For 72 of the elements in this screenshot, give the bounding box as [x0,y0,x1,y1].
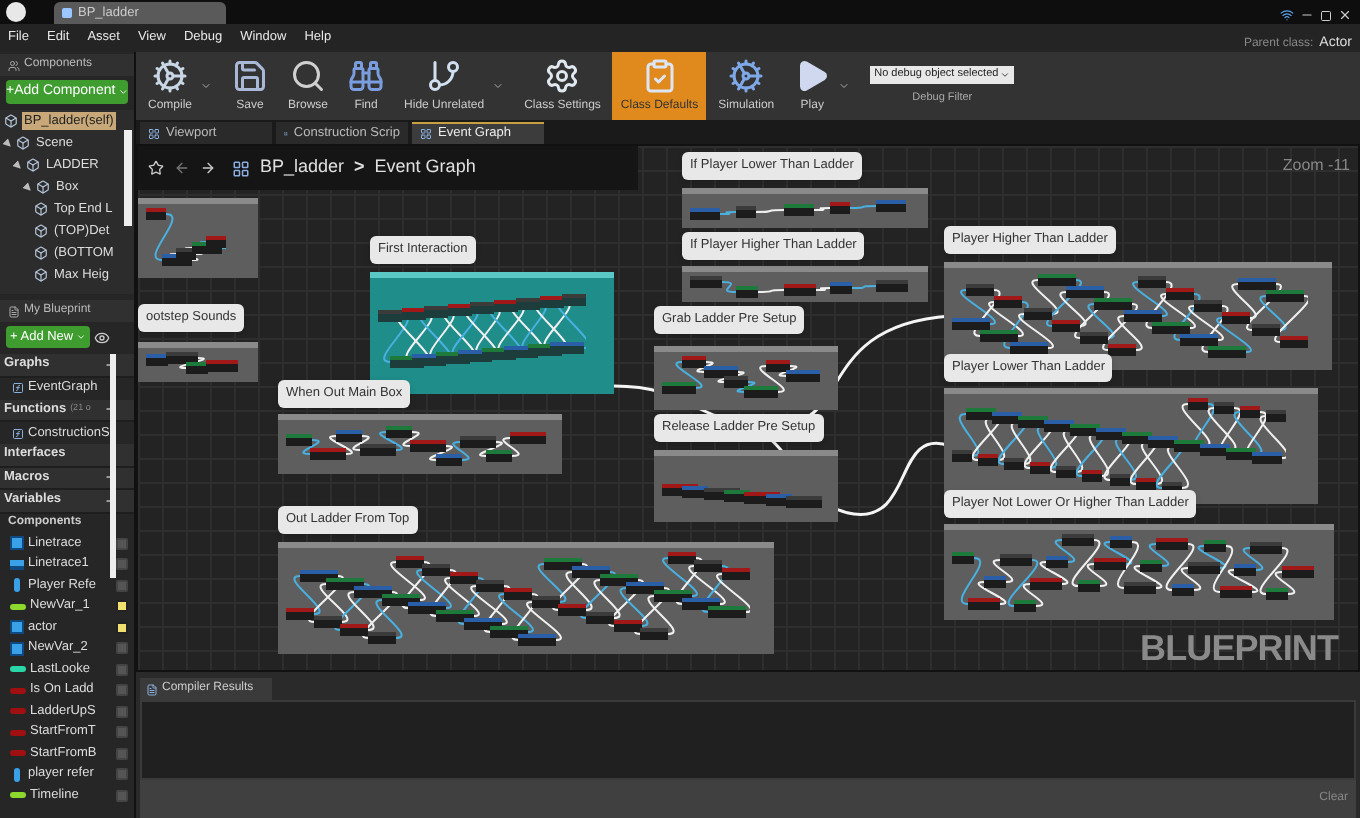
checklist-icon [641,57,678,93]
public-toggle[interactable] [116,768,128,781]
public-toggle[interactable] [116,663,128,676]
signal-icon [1280,8,1294,22]
components-icon [8,59,20,71]
zoom-level: Zoom -11 [1282,154,1350,178]
minimize-icon[interactable] [1300,8,1314,22]
forward-icon[interactable] [200,160,216,176]
component-icon [26,158,40,172]
expander-icon[interactable] [2,137,14,149]
node-network-drawing [146,352,238,374]
public-toggle[interactable] [116,558,128,571]
component-icon [34,246,48,260]
component-icon [4,114,18,128]
tab-icon [148,127,160,139]
expander-icon[interactable] [12,159,24,171]
component-icon [16,136,30,150]
branch-icon [426,57,463,93]
gear-icon [728,57,765,93]
engine-logo [6,2,26,22]
close-icon[interactable] [1338,8,1352,22]
dropdown-caret-icon[interactable] [838,80,851,92]
public-toggle[interactable] [116,747,128,760]
public-toggle[interactable] [116,600,128,613]
dropdown-caret-icon[interactable] [492,80,505,92]
graph-icon [12,427,24,439]
visibility-icon[interactable] [93,329,110,345]
blueprint-panel-icon [8,305,20,317]
breadcrumb-link[interactable]: BP_ladder [260,154,345,182]
public-toggle[interactable] [116,705,128,718]
graph-canvas[interactable] [136,144,1360,672]
blueprint-icon [62,8,72,18]
scrollbar-thumb[interactable] [110,354,116,578]
caret-icon [117,86,128,98]
caret-icon [1000,69,1011,80]
comment-box[interactable] [682,266,928,302]
component-icon [36,180,50,194]
graph-icon [232,159,250,177]
graph-icon [12,382,24,394]
component-icon [34,268,48,282]
public-toggle[interactable] [116,726,128,739]
caret-icon [75,332,86,342]
scrollbar-thumb[interactable] [124,130,132,226]
graph-watermark: BLUEPRINT [1140,628,1338,668]
public-toggle[interactable] [116,642,128,655]
public-toggle[interactable] [116,537,128,550]
gears-icon [152,57,188,93]
comment-box[interactable] [278,542,774,654]
public-toggle[interactable] [116,579,128,592]
node-network-drawing [146,208,226,266]
comment-box[interactable] [654,346,838,410]
public-toggle[interactable] [116,621,128,634]
public-toggle[interactable] [116,684,128,697]
tab-icon [420,128,432,140]
breadcrumb-separator: > [354,154,365,181]
play-icon [794,57,831,93]
back-icon[interactable] [174,160,190,176]
comment-box[interactable] [944,262,1332,370]
public-toggle[interactable] [116,789,128,802]
search-icon [290,57,327,93]
breadcrumb-link[interactable]: Event Graph [374,154,476,182]
settings-icon [544,57,581,93]
maximize-icon[interactable] [1320,9,1332,21]
log-icon [146,683,158,695]
comment-box[interactable] [944,524,1334,620]
expander-icon[interactable] [22,181,34,193]
dropdown-caret-icon[interactable] [200,80,213,92]
comment-box[interactable] [278,414,562,474]
component-icon [34,224,48,238]
binoculars-icon [348,57,385,93]
favorite-icon[interactable] [148,160,164,176]
component-icon [34,202,48,216]
